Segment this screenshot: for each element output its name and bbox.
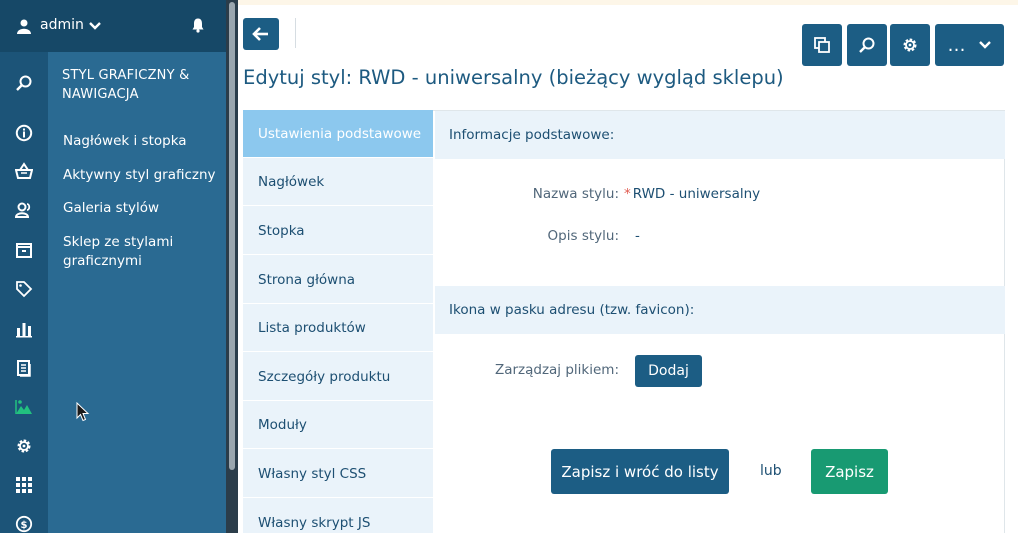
favicon-heading: Ikona w pasku adresu (tzw. favicon): [435,286,1005,334]
chevron-down-icon [978,41,991,49]
top-notice-strip [238,0,1018,5]
gear-icon [903,38,917,52]
rail-info[interactable] [0,114,48,152]
bell-icon[interactable] [190,17,206,33]
rail-content[interactable] [0,349,48,387]
rail-billing[interactable]: $ [0,505,48,533]
chart-icon [16,323,32,338]
documents-icon [17,360,31,377]
rail-products[interactable] [0,231,48,269]
tab-footer[interactable]: Stopka [243,207,433,255]
gear-icon [17,439,31,453]
search-icon [16,75,32,91]
dollar-icon: $ [15,515,33,533]
rail-stats[interactable] [0,310,48,348]
tab-modules[interactable]: Moduły [243,401,433,449]
preview-button[interactable] [847,24,887,66]
required-marker: * [624,186,631,202]
basic-info-heading: Informacje podstawowe: [435,111,1005,159]
subnav-item-header-footer[interactable]: Nagłówek i stopka [63,132,219,151]
user-menu[interactable]: admin [0,0,226,52]
subnav-item-style-gallery[interactable]: Galeria stylów [63,199,219,218]
tab-basic-settings[interactable]: Ustawienia podstawowe [243,110,433,158]
chevron-down-icon [89,22,101,30]
subnav-item-active-style[interactable]: Aktywny styl graficzny [63,166,219,185]
tag-icon [16,281,33,298]
user-icon [17,19,31,34]
search-icon [859,37,875,53]
rail-appearance[interactable] [0,388,48,426]
style-name-value: * RWD - uniwersalny [624,186,760,202]
page-title: Edytuj styl: RWD - uniwersalny (bieżący … [243,66,784,89]
toolbar-divider [295,18,296,48]
rail-customers[interactable] [0,191,48,229]
copy-icon [814,37,830,53]
settings-tabs: Ustawienia podstawowe Nagłówek Stopka St… [243,110,433,533]
rail-search[interactable] [0,64,48,102]
more-label: … [947,34,966,56]
tab-header[interactable]: Nagłówek [243,158,433,206]
add-file-button[interactable]: Dodaj [635,355,702,387]
tab-product-list[interactable]: Lista produktów [243,304,433,352]
back-button[interactable] [243,18,279,50]
rail-promotions[interactable] [0,270,48,308]
user-name: admin [40,17,84,33]
basket-icon [15,162,33,179]
rail-settings[interactable] [0,427,48,465]
save-button[interactable]: Zapisz [811,449,888,494]
tab-custom-css[interactable]: Własny styl CSS [243,450,433,498]
mouse-cursor-icon [76,402,90,422]
rail-apps[interactable] [0,466,48,504]
style-name-text: RWD - uniwersalny [632,186,761,202]
or-separator: lub [760,463,782,479]
sub-navigation: STYL GRAFICZNY & NAWIGACJA Nagłówek i st… [48,52,226,533]
icon-rail: $ [0,0,48,533]
tab-home-page[interactable]: Strona główna [243,256,433,304]
subnav-item-style-shop[interactable]: Sklep ze stylami graficznymi [63,233,219,271]
box-icon [16,243,32,258]
style-desc-value: - [635,228,640,244]
style-name-label: Nazwa stylu: [532,186,619,202]
settings-button[interactable] [890,24,930,66]
more-actions-button[interactable]: … [935,24,1004,66]
svg-text:$: $ [21,520,28,531]
info-icon [15,124,33,142]
sidebar-scrollbar[interactable] [229,2,235,470]
save-and-back-button[interactable]: Zapisz i wróć do listy [551,449,729,494]
users-icon [15,202,31,218]
apps-grid-icon [16,477,32,493]
duplicate-button[interactable] [802,24,842,66]
subnav-title: STYL GRAFICZNY & NAWIGACJA [62,68,190,102]
rail-orders[interactable] [0,152,48,190]
arrow-left-icon [252,27,268,41]
manage-file-label: Zarządzaj plikiem: [494,362,619,378]
landscape-icon [15,400,32,414]
tab-custom-js[interactable]: Własny skrypt JS [243,499,433,533]
tab-product-details[interactable]: Szczegóły produktu [243,353,433,401]
style-desc-label: Opis stylu: [547,228,619,244]
